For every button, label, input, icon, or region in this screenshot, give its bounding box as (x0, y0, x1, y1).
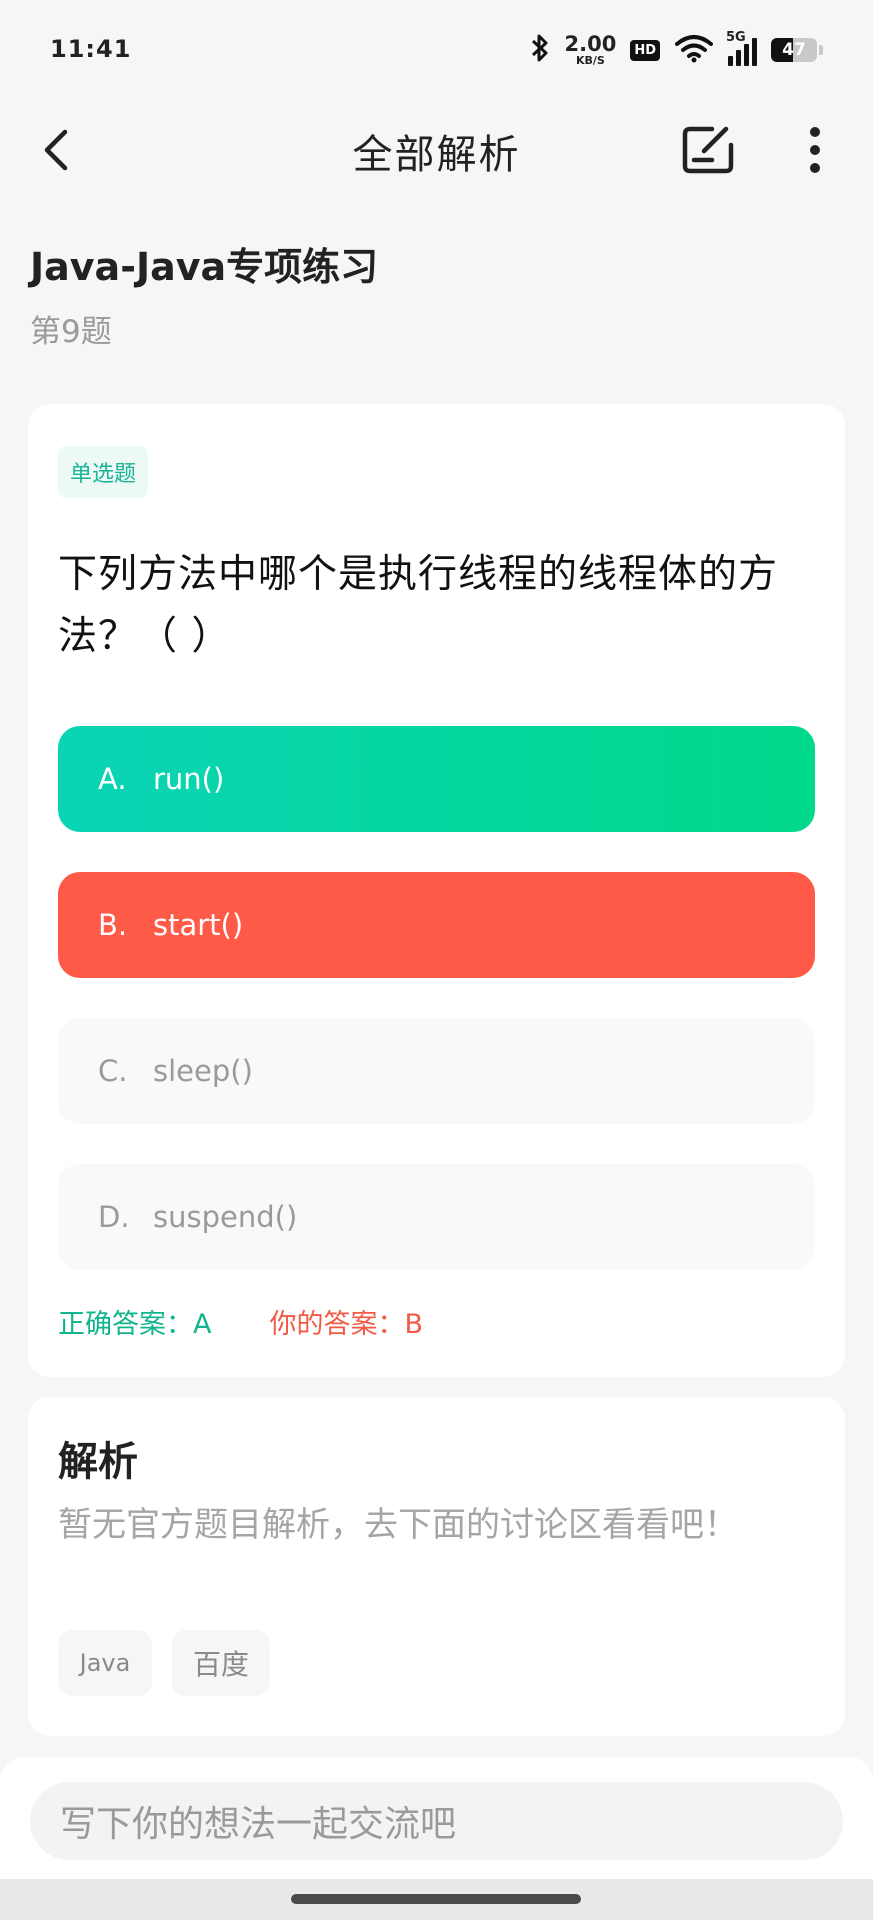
comment-input[interactable]: 写下你的想法一起交流吧 (30, 1782, 843, 1860)
page: 11:41 2.00 KB/S HD 5G 47 全部解析 Java-Java专… (0, 0, 873, 1920)
wifi-icon (674, 33, 714, 67)
your-answer: 你的答案：B (269, 1309, 424, 1340)
page-title: 全部解析 (352, 132, 521, 178)
bluetooth-icon (529, 33, 551, 67)
comment-bar: 写下你的想法一起交流吧 (0, 1757, 873, 1879)
more-vertical-icon (810, 127, 820, 173)
question-number: 第9题 (30, 314, 112, 350)
edit-icon (682, 126, 734, 174)
signal-icon: 5G (726, 30, 757, 66)
option-letter: C. (98, 1054, 128, 1088)
analysis-card: 解析 暂无官方题目解析，去下面的讨论区看看吧！ Java 百度 (28, 1397, 845, 1736)
status-time: 11:41 (50, 35, 132, 63)
back-button[interactable] (28, 122, 84, 178)
practice-title: Java-Java专项练习 (30, 245, 379, 289)
net-speed: 2.00 KB/S (564, 32, 617, 67)
question-type-tag: 单选题 (58, 446, 149, 498)
home-indicator[interactable] (291, 1894, 581, 1904)
option-c[interactable]: C. sleep() (58, 1018, 815, 1124)
correct-answer: 正确答案：A (58, 1309, 212, 1340)
back-arrow-icon (44, 129, 68, 171)
option-d[interactable]: D. suspend() (58, 1164, 815, 1270)
option-letter: A. (98, 762, 127, 796)
header: 全部解析 (0, 100, 873, 202)
battery-icon: 47 (771, 38, 823, 62)
option-text: start() (153, 908, 244, 942)
option-letter: B. (98, 908, 128, 942)
net-speed-unit: KB/S (575, 54, 605, 67)
question-text: 下列方法中哪个是执行线程的线程体的方法？（ ） (58, 552, 779, 659)
battery-level: 47 (782, 40, 806, 60)
network-type: 5G (726, 30, 746, 45)
status-bar: 11:41 2.00 KB/S HD 5G 47 (0, 0, 873, 100)
option-letter: D. (98, 1200, 130, 1234)
net-speed-value: 2.00 (564, 32, 617, 56)
edit-note-button[interactable] (678, 120, 738, 180)
analysis-text: 暂无官方题目解析，去下面的讨论区看看吧！ (58, 1505, 738, 1545)
option-text: run() (153, 762, 225, 796)
option-b[interactable]: B. start() (58, 872, 815, 978)
status-icons: 2.00 KB/S HD 5G 47 (529, 30, 823, 67)
option-text: suspend() (153, 1200, 298, 1234)
question-card: 单选题 下列方法中哪个是执行线程的线程体的方法？（ ） A. run() B. … (28, 404, 845, 1377)
analysis-title: 解析 (58, 1439, 138, 1485)
option-text: sleep() (153, 1054, 253, 1088)
tag-chip-baidu[interactable]: 百度 (172, 1630, 270, 1696)
hd-badge: HD (630, 39, 660, 61)
option-a[interactable]: A. run() (58, 726, 815, 832)
more-options-button[interactable] (790, 120, 840, 180)
answer-summary: 正确答案：A 你的答案：B (58, 1302, 423, 1341)
tag-chip-java[interactable]: Java (58, 1630, 152, 1696)
